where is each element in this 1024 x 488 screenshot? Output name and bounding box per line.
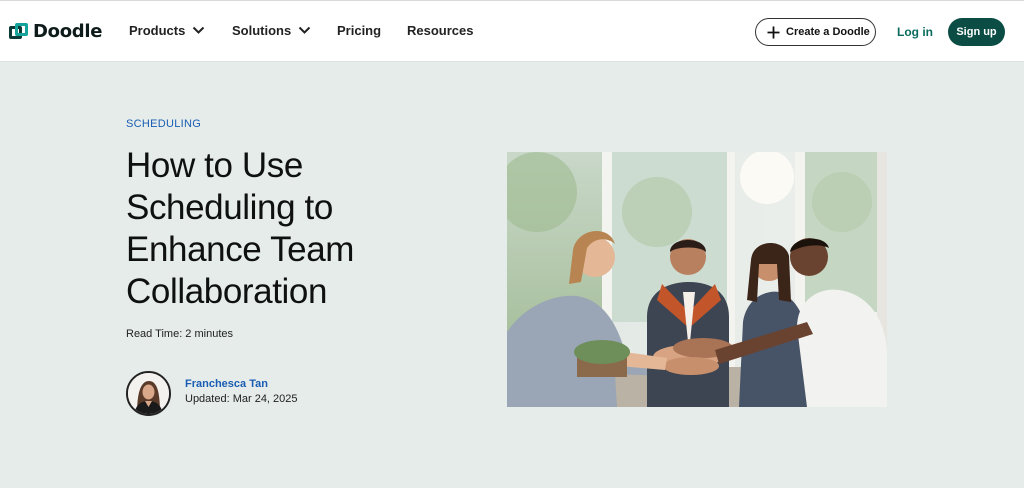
top-navigation-bar: Doodle Products Solutions Pricing Resour…: [0, 0, 1024, 62]
plus-icon: [767, 26, 780, 38]
nav-products-label: Products: [129, 23, 186, 38]
read-time: Read Time: 2 minutes: [126, 328, 233, 340]
chevron-down-icon: [299, 26, 311, 34]
updated-date: Updated: Mar 24, 2025: [185, 393, 298, 405]
chevron-down-icon: [193, 26, 205, 34]
hero-image: [507, 152, 887, 407]
nav-pricing-label: Pricing: [337, 23, 382, 38]
nav-solutions[interactable]: Solutions: [232, 23, 311, 38]
category-tag[interactable]: SCHEDULING: [126, 118, 201, 130]
author-name[interactable]: Franchesca Tan: [185, 378, 268, 390]
nav-resources-label: Resources: [407, 23, 474, 38]
nav-products[interactable]: Products: [129, 23, 205, 38]
author-avatar: [126, 371, 171, 416]
create-doodle-button[interactable]: Create a Doodle: [755, 18, 876, 46]
create-doodle-label: Create a Doodle: [786, 26, 870, 38]
doodle-logo-icon: [9, 23, 28, 40]
signup-button[interactable]: Sign up: [948, 18, 1005, 46]
login-link[interactable]: Log in: [897, 25, 933, 39]
logo-text: Doodle: [33, 21, 103, 42]
nav-resources[interactable]: Resources: [407, 23, 473, 38]
article-title: How to Use Scheduling to Enhance Team Co…: [126, 146, 355, 311]
nav-pricing[interactable]: Pricing: [337, 23, 381, 38]
nav-solutions-label: Solutions: [232, 23, 292, 38]
doodle-logo[interactable]: Doodle: [9, 21, 102, 42]
